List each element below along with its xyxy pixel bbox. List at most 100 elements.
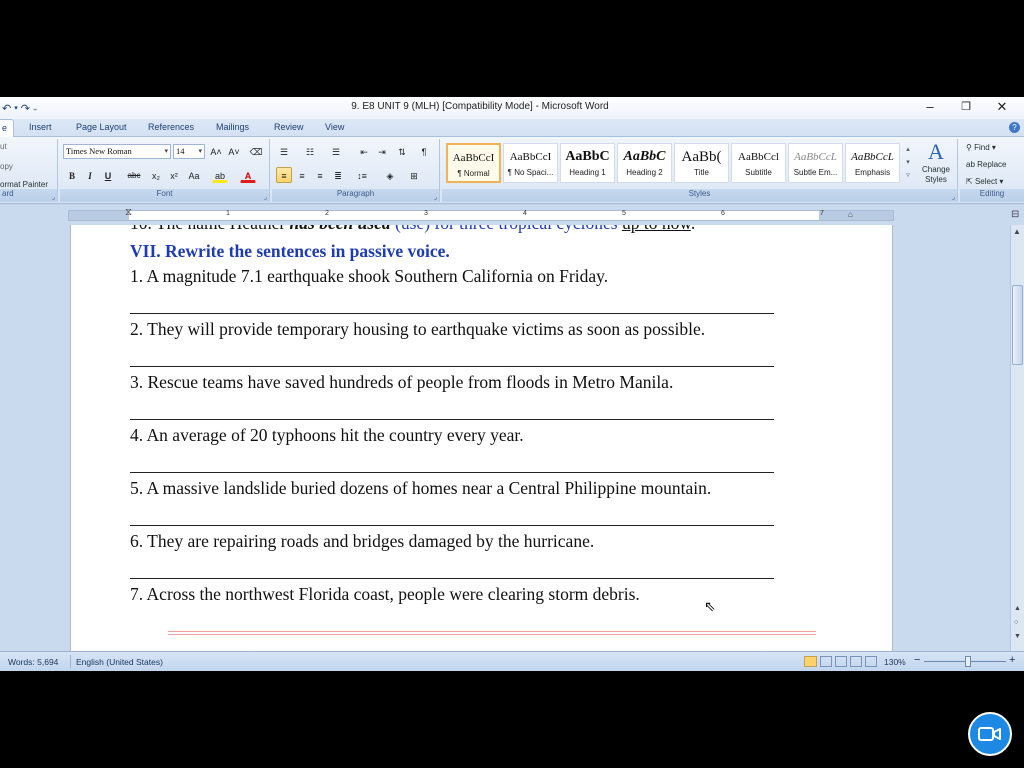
tab-view[interactable]: View (325, 122, 344, 132)
right-indent-marker-icon[interactable]: ⌂ (848, 210, 853, 219)
font-color-button[interactable]: A (240, 167, 256, 183)
clear-formatting-icon[interactable]: ⌫ (248, 143, 264, 159)
find-button[interactable]: ⚲ Find ▾ (966, 143, 996, 152)
change-styles-button[interactable]: A Change Styles (916, 139, 956, 189)
cut-button[interactable]: ut (0, 142, 7, 151)
align-center-icon[interactable]: ≡ (294, 167, 310, 183)
view-draft-icon[interactable] (865, 656, 877, 667)
line-spacing-icon[interactable]: ↕≡ (354, 167, 370, 183)
show-marks-button[interactable]: ¶ (416, 143, 432, 159)
tab-mailings[interactable]: Mailings (216, 122, 249, 132)
zoom-level[interactable]: 130% (884, 657, 906, 667)
scrollbar-thumb[interactable] (1012, 285, 1023, 365)
shading-icon[interactable]: ◈ (382, 167, 398, 183)
paragraph-launcher-icon[interactable]: ⌟ (434, 193, 437, 201)
title-bar: ↶ ▾ ↷ ₌ 9. E8 UNIT 9 (MLH) [Compatibilit… (0, 97, 1024, 119)
binoculars-icon: ⚲ (966, 143, 972, 152)
italic-button[interactable]: I (82, 167, 98, 183)
align-right-icon[interactable]: ≡ (312, 167, 328, 183)
style-no-spacing[interactable]: AaBbCcI ¶ No Spaci... (503, 143, 558, 183)
word-count[interactable]: Words: 5,694 (8, 657, 58, 667)
style-preview: AaBb( (681, 149, 722, 165)
borders-icon[interactable]: ⊞ (406, 167, 422, 183)
style-heading-2[interactable]: AaBbC Heading 2 (617, 143, 672, 183)
sort-icon[interactable]: ⇅ (394, 143, 410, 159)
view-web-layout-icon[interactable] (835, 656, 847, 667)
decrease-indent-icon[interactable]: ⇤ (356, 143, 372, 159)
style-emphasis[interactable]: AaBbCcL Emphasis (845, 143, 900, 183)
restore-button[interactable]: ❐ (948, 97, 984, 117)
view-full-screen-icon[interactable] (820, 656, 832, 667)
font-size-select[interactable]: 14 ▾ (173, 144, 205, 159)
bullets-icon[interactable]: ☰ (276, 143, 292, 159)
multilevel-list-icon[interactable]: ☰ (328, 143, 344, 159)
clipboard-launcher-icon[interactable]: ⌟ (52, 193, 55, 201)
change-styles-icon: A (928, 139, 944, 164)
superscript-button[interactable]: x² (166, 167, 182, 183)
view-ruler-icon[interactable]: ⊟ (1011, 209, 1019, 220)
change-case-button[interactable]: Aa (186, 167, 202, 183)
view-print-layout-icon[interactable] (804, 656, 817, 667)
paragraph-group: ☰ ☷ ☰ ⇤ ⇥ ⇅ ¶ ≡ ≡ ≡ ≣ ↕≡ ◈ ⊞ Paragraph ⌟ (272, 139, 440, 202)
horizontal-ruler[interactable]: ⧖ 1 2 3 4 5 6 7 ⌂ (68, 207, 894, 221)
increase-indent-icon[interactable]: ⇥ (374, 143, 390, 159)
left-margin-area (69, 211, 129, 220)
sentence-1: 1. A magnitude 7.1 earthquake shook Sout… (130, 266, 609, 286)
underline-button[interactable]: U (100, 167, 116, 183)
next-page-icon[interactable]: ▼ (1014, 633, 1021, 640)
font-launcher-icon[interactable]: ⌟ (264, 193, 267, 201)
style-subtitle[interactable]: AaBbCcl Subtitle (731, 143, 786, 183)
tab-home[interactable]: e (0, 119, 15, 138)
bold-button[interactable]: B (64, 167, 80, 183)
document-page[interactable]: 10. The name Heather has been used (use)… (70, 225, 893, 651)
style-name: ¶ No Spaci... (507, 168, 554, 177)
align-left-icon[interactable]: ≡ (276, 167, 292, 183)
zoom-in-button[interactable]: + (1009, 654, 1015, 666)
minimize-button[interactable]: – (912, 97, 948, 117)
answer-line-2 (130, 366, 774, 367)
ruler-number: 6 (721, 210, 725, 217)
zoom-out-button[interactable]: − (914, 654, 920, 666)
view-outline-icon[interactable] (850, 656, 862, 667)
video-camera-icon[interactable] (968, 712, 1012, 756)
format-painter-button[interactable]: ormat Painter (0, 180, 48, 189)
styles-scroll-icon[interactable]: ▴ ▾ ▿ (903, 143, 913, 183)
font-size-value: 14 (176, 146, 185, 156)
tab-references[interactable]: References (148, 122, 194, 132)
tab-page-layout[interactable]: Page Layout (76, 122, 127, 132)
sentence-4: 4. An average of 20 typhoons hit the cou… (130, 425, 524, 445)
replace-button[interactable]: ab Replace (966, 160, 1007, 169)
strikethrough-button[interactable]: abc (126, 167, 142, 183)
scroll-up-icon[interactable]: ▲ (1013, 227, 1021, 236)
tab-review[interactable]: Review (274, 122, 304, 132)
subscript-button[interactable]: x₂ (148, 167, 164, 183)
close-button[interactable]: ✕ (984, 97, 1020, 117)
style-heading-1[interactable]: AaBbC Heading 1 (560, 143, 615, 183)
browse-object-icon[interactable]: ○ (1014, 619, 1018, 626)
answer-line-5 (130, 525, 774, 526)
copy-button[interactable]: opy (0, 162, 13, 171)
video-camera-glyph (978, 727, 1001, 741)
highlight-button[interactable]: ab (212, 167, 228, 183)
help-icon[interactable]: ? (1009, 122, 1020, 133)
justify-icon[interactable]: ≣ (330, 167, 346, 183)
style-subtle-emphasis[interactable]: AaBbCcL Subtle Em... (788, 143, 843, 183)
select-button[interactable]: ⇱ Select ▾ (966, 177, 1003, 186)
style-normal[interactable]: AaBbCcI ¶ Normal (446, 143, 501, 183)
numbering-icon[interactable]: ☷ (302, 143, 318, 159)
zoom-slider-handle[interactable] (965, 656, 971, 667)
styles-group: AaBbCcI ¶ Normal AaBbCcI ¶ No Spaci... AaB… (442, 139, 958, 202)
shrink-font-button[interactable]: A˅ (226, 143, 242, 159)
vertical-scrollbar[interactable]: ▲ ▲ ○ ▼ (1010, 225, 1024, 651)
tab-insert[interactable]: Insert (29, 122, 52, 132)
styles-launcher-icon[interactable]: ⌟ (952, 193, 955, 201)
indent-marker-icon[interactable]: ⧖ (125, 207, 132, 218)
style-preview: AaBbC (565, 149, 610, 164)
prev-page-icon[interactable]: ▲ (1014, 605, 1021, 612)
language-status[interactable]: English (United States) (76, 657, 163, 667)
style-title[interactable]: AaBb(Title (674, 143, 729, 183)
font-name-select[interactable]: Times New Roman ▾ (63, 144, 171, 159)
right-margin-area (819, 211, 893, 220)
style-preview: AaBbCcL (851, 151, 894, 163)
grow-font-button[interactable]: A˄ (208, 143, 224, 159)
